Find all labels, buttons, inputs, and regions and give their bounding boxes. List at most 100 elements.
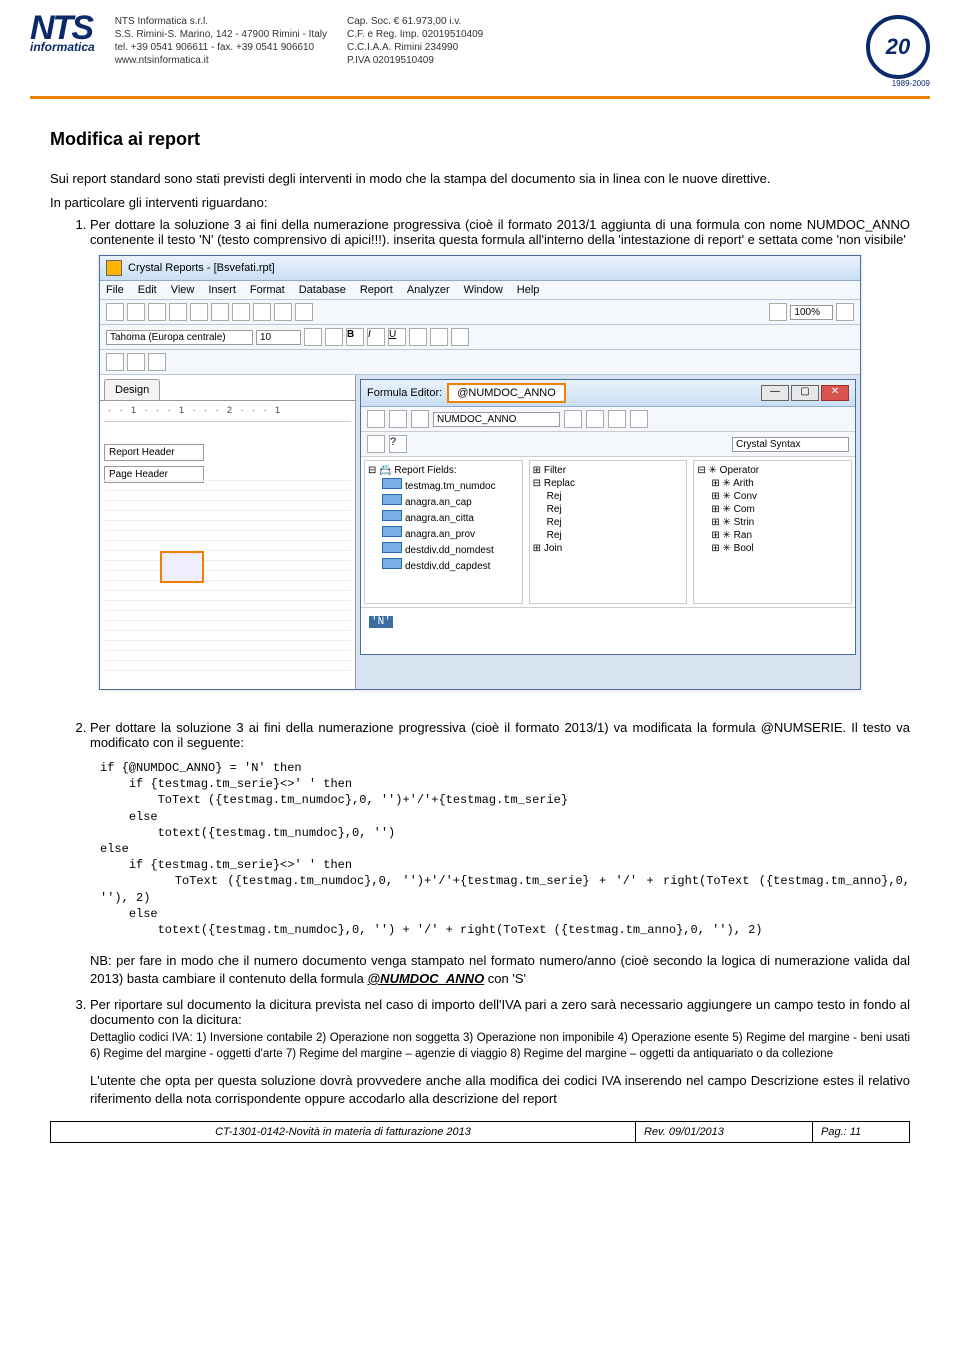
italic-icon[interactable]: I <box>367 328 385 346</box>
tree-op[interactable]: Com <box>734 504 755 515</box>
app-icon <box>106 260 122 276</box>
tree-field[interactable]: anagra.an_citta <box>405 513 474 524</box>
align-center-icon[interactable] <box>430 328 448 346</box>
font-shrink-icon[interactable] <box>325 328 343 346</box>
tree-field[interactable]: anagra.an_prov <box>405 529 475 540</box>
formula-tree-panels: ⊟ 📇 Report Fields: testmag.tm_numdoc ana… <box>361 457 855 607</box>
window-buttons: — ▢ ✕ <box>761 385 849 401</box>
tree-func[interactable]: Rej <box>547 517 562 528</box>
print-icon[interactable] <box>169 303 187 321</box>
syntax-select[interactable]: Crystal Syntax <box>732 437 849 452</box>
new-icon[interactable] <box>106 303 124 321</box>
tree-func[interactable]: Filter <box>544 465 566 476</box>
underline-icon[interactable]: U <box>388 328 406 346</box>
menu-format[interactable]: Format <box>250 284 285 296</box>
tab-design[interactable]: Design <box>104 379 160 400</box>
tree-field[interactable]: destdiv.dd_nomdest <box>405 545 494 556</box>
formula-editor-titlebar: Formula Editor: @NUMDOC_ANNO — ▢ ✕ <box>361 380 855 407</box>
design-canvas[interactable]: · · 1 · · · 1 · · · 2 · · · 1 Report Hea… <box>100 400 355 689</box>
align-left-icon[interactable] <box>409 328 427 346</box>
cut-icon[interactable] <box>211 303 229 321</box>
zoom-select[interactable]: 100% <box>790 305 833 320</box>
bold-icon[interactable]: B <box>346 328 364 346</box>
fe-tree-icon[interactable] <box>367 435 385 453</box>
insert-summary-icon[interactable] <box>148 353 166 371</box>
formula-field-highlighted[interactable] <box>160 551 204 583</box>
insert-field-icon[interactable] <box>106 353 124 371</box>
app-titlebar: Crystal Reports - [Bsvefati.rpt] <box>100 256 860 281</box>
menu-file[interactable]: File <box>106 284 124 296</box>
tree-op[interactable]: Ran <box>734 530 752 541</box>
fe-check-icon[interactable] <box>411 410 429 428</box>
tree-operators[interactable]: ⊟ ✳ Operator ⊞ ✳ Arith ⊞ ✳ Conv ⊞ ✳ Com … <box>693 460 852 604</box>
fe-browse-icon[interactable] <box>608 410 626 428</box>
section-title: Modifica ai report <box>50 129 910 150</box>
tree-op[interactable]: Bool <box>734 543 754 554</box>
menu-report[interactable]: Report <box>360 284 393 296</box>
undo-icon[interactable] <box>274 303 292 321</box>
tree-field[interactable]: destdiv.dd_capdest <box>405 561 490 572</box>
font-grow-icon[interactable] <box>304 328 322 346</box>
insert-text-icon[interactable] <box>127 353 145 371</box>
save-icon[interactable] <box>148 303 166 321</box>
section-report-header[interactable]: Report Header <box>104 444 204 461</box>
tree-report-fields[interactable]: ⊟ 📇 Report Fields: testmag.tm_numdoc ana… <box>364 460 523 604</box>
tree-op[interactable]: Arith <box>733 478 754 489</box>
redo-icon[interactable] <box>295 303 313 321</box>
note-formula-name: @NUMDOC_ANNO <box>368 971 485 986</box>
fe-find-icon[interactable] <box>630 410 648 428</box>
paste-icon[interactable] <box>253 303 271 321</box>
main-toolbar: 100% <box>100 300 860 325</box>
find-icon[interactable] <box>769 303 787 321</box>
maximize-button[interactable]: ▢ <box>791 385 819 401</box>
ruler: · · 1 · · · 1 · · · 2 · · · 1 <box>104 405 351 422</box>
menu-insert[interactable]: Insert <box>208 284 236 296</box>
fe-redo-icon[interactable] <box>586 410 604 428</box>
fe-new-icon[interactable] <box>367 410 385 428</box>
seal-number: 20 <box>886 34 910 60</box>
note-tail: con 'S' <box>484 971 526 986</box>
fe-help-icon[interactable]: ? <box>389 435 407 453</box>
close-button[interactable]: ✕ <box>821 385 849 401</box>
preview-icon[interactable] <box>190 303 208 321</box>
tree-func[interactable]: Join <box>544 543 562 554</box>
formula-code-area[interactable]: 'N' <box>361 607 855 654</box>
list-item-3: Per riportare sul documento la dicitura … <box>90 997 910 1107</box>
list-item-3-intro: Per riportare sul documento la dicitura … <box>90 997 910 1027</box>
menu-edit[interactable]: Edit <box>138 284 157 296</box>
list-item-3-outro: L'utente che opta per questa soluzione d… <box>90 1072 910 1107</box>
open-icon[interactable] <box>127 303 145 321</box>
help-icon[interactable] <box>836 303 854 321</box>
menu-database[interactable]: Database <box>299 284 346 296</box>
logo-subtitle: informatica <box>30 40 95 54</box>
tree-functions[interactable]: ⊞ Filter ⊟ Replac Rej Rej Rej Rej ⊞ Join <box>529 460 688 604</box>
menu-view[interactable]: View <box>171 284 195 296</box>
font-family-select[interactable]: Tahoma (Europa centrale) <box>106 330 253 345</box>
menu-window[interactable]: Window <box>464 284 503 296</box>
formula-code-block: if {@NUMDOC_ANNO} = 'N' then if {testmag… <box>100 760 910 938</box>
design-grid[interactable] <box>104 471 351 671</box>
copy-icon[interactable] <box>232 303 250 321</box>
tree-op[interactable]: Conv <box>734 491 757 502</box>
formula-editor-title-label: Formula Editor: <box>367 387 442 399</box>
minimize-button[interactable]: — <box>761 385 789 401</box>
menu-help[interactable]: Help <box>517 284 540 296</box>
tree-func[interactable]: Rej <box>547 530 562 541</box>
fe-save-icon[interactable] <box>389 410 407 428</box>
company-address: NTS Informatica s.r.l. S.S. Rimini-S. Ma… <box>115 15 327 67</box>
menu-analyzer[interactable]: Analyzer <box>407 284 450 296</box>
align-right-icon[interactable] <box>451 328 469 346</box>
fe-undo-icon[interactable] <box>564 410 582 428</box>
intro-paragraph-1: Sui report standard sono stati previsti … <box>50 170 910 188</box>
formula-name-select[interactable]: NUMDOC_ANNO <box>433 412 560 427</box>
tree-field[interactable]: testmag.tm_numdoc <box>405 481 496 492</box>
tree-op[interactable]: Strin <box>734 517 755 528</box>
tree-func[interactable]: Rej <box>547 504 562 515</box>
tree-func[interactable]: Replac <box>544 478 575 489</box>
field-icon <box>382 558 402 569</box>
tree-field[interactable]: anagra.an_cap <box>405 497 472 508</box>
tree-func[interactable]: Rej <box>547 491 562 502</box>
font-size-select[interactable]: 10 <box>256 330 301 345</box>
intro-paragraph-2: In particolare gli interventi riguardano… <box>50 194 910 212</box>
legal-info: Cap. Soc. € 61.973,00 i.v. C.F. e Reg. I… <box>347 15 483 67</box>
